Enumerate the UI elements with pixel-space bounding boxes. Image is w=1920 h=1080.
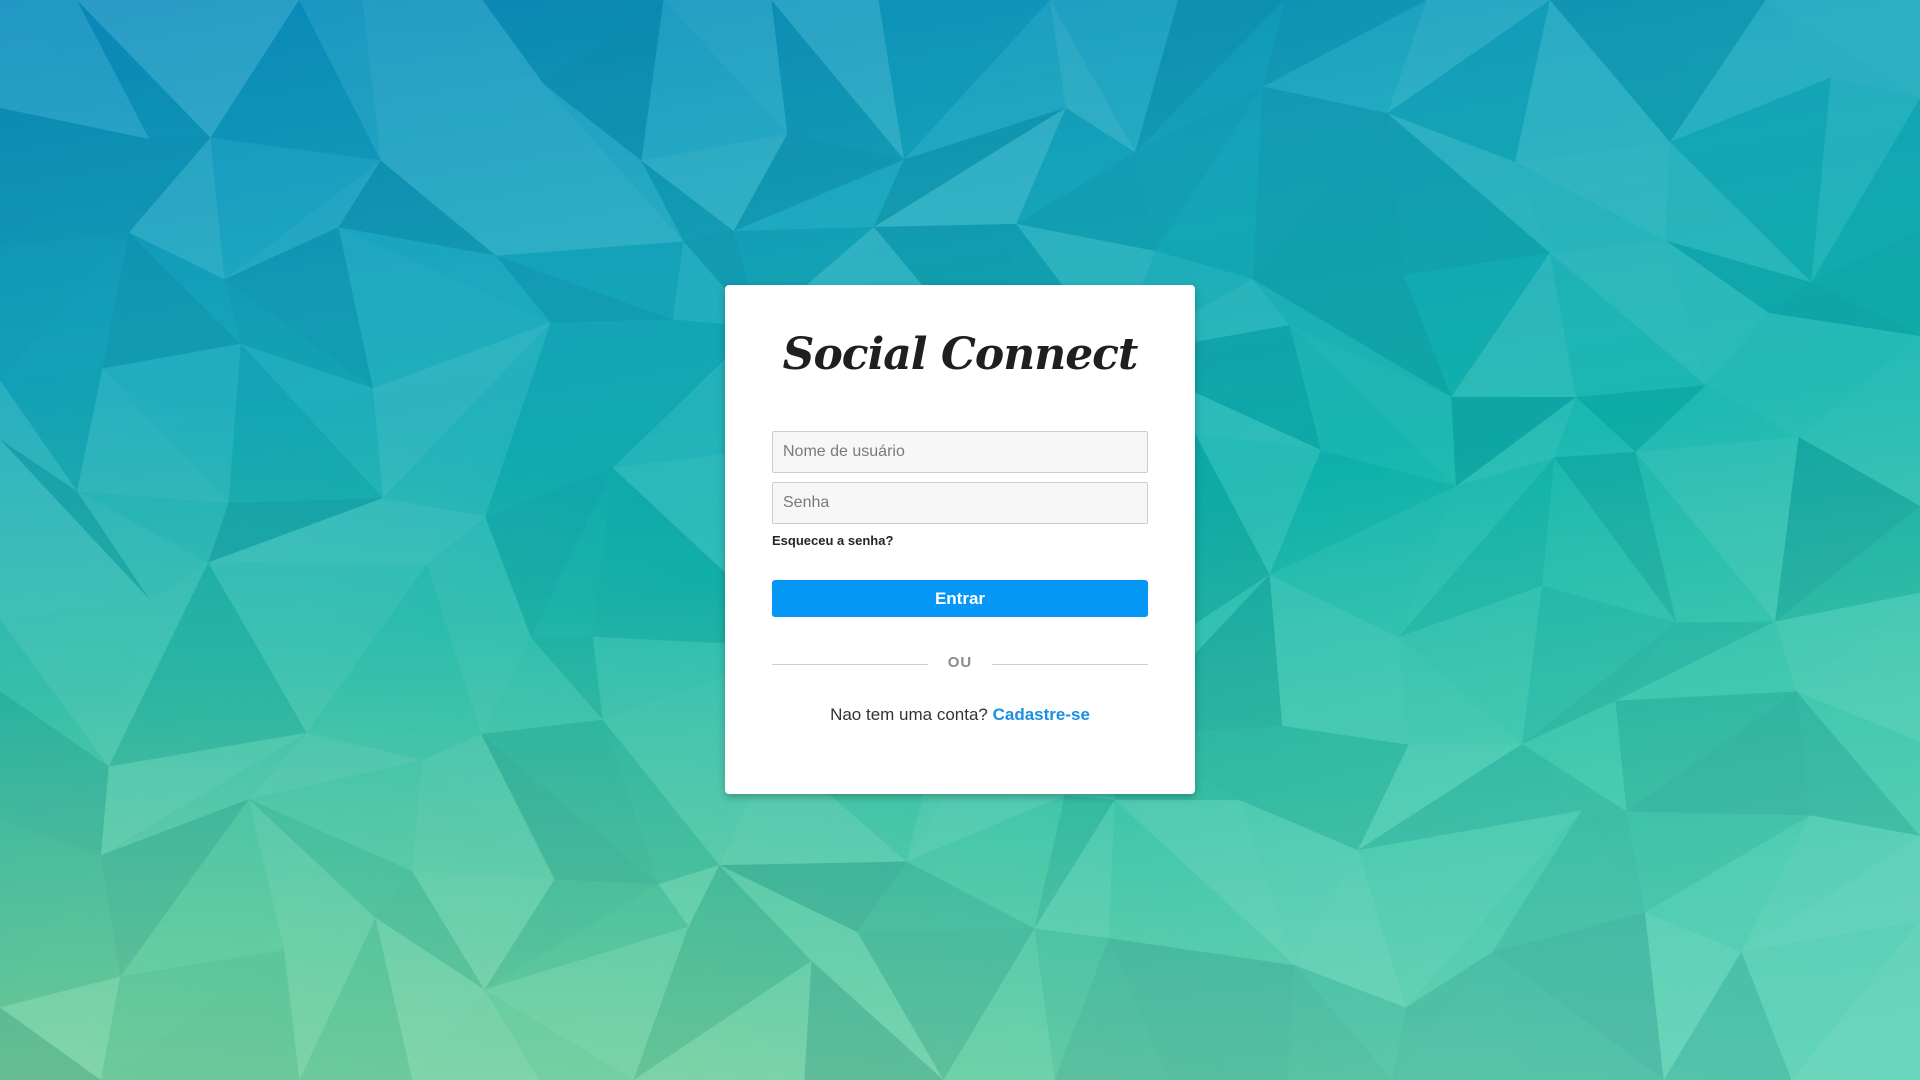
app-title: Social Connect	[782, 329, 1139, 380]
signup-row: Nao tem uma conta? Cadastre-se	[725, 705, 1195, 725]
divider-line-right	[992, 664, 1148, 665]
login-button[interactable]: Entrar	[772, 580, 1148, 617]
forgot-password-link[interactable]: Esqueceu a senha?	[772, 533, 893, 548]
password-input[interactable]	[772, 482, 1148, 524]
divider-label: OU	[947, 654, 973, 671]
signup-prompt: Nao tem uma conta?	[830, 705, 988, 724]
login-card: Social Connect Esqueceu a senha? Entrar …	[725, 285, 1195, 794]
divider-line-left	[772, 664, 928, 665]
username-input[interactable]	[772, 431, 1148, 473]
signup-link[interactable]: Cadastre-se	[993, 705, 1090, 724]
